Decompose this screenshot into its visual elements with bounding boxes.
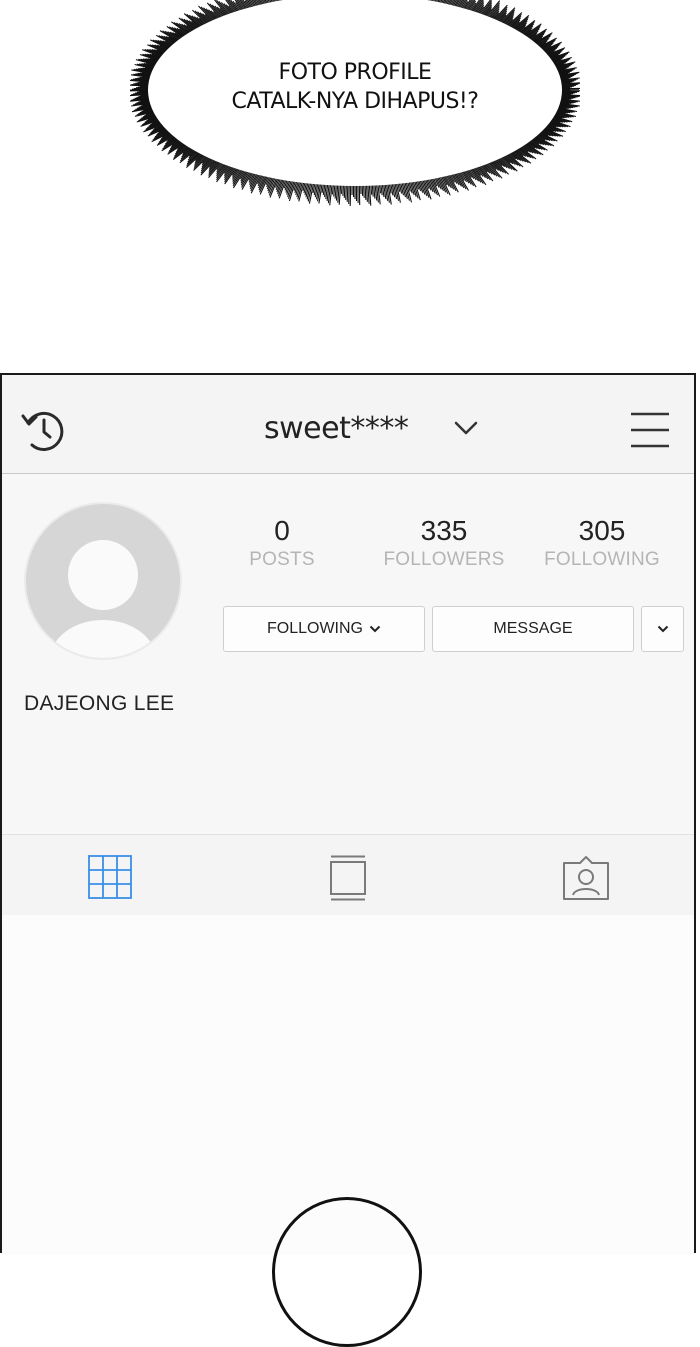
followers-label: FOLLOWERS (382, 548, 506, 572)
grid-icon[interactable] (88, 855, 132, 899)
stat-following[interactable]: 305 FOLLOWING (540, 514, 664, 572)
stat-posts[interactable]: 0 POSTS (242, 514, 322, 572)
following-button[interactable]: FOLLOWING (223, 606, 425, 652)
profile-tabs (2, 834, 694, 915)
message-button-label: MESSAGE (493, 620, 572, 638)
avatar (24, 502, 182, 660)
chevron-down-icon[interactable] (454, 420, 478, 436)
followers-count: 335 (382, 514, 506, 548)
bubble-line-1: FOTO PROFILE (130, 58, 580, 87)
posts-count: 0 (242, 514, 322, 548)
avatar-head (68, 540, 138, 610)
bubble-text: FOTO PROFILE CATALK-NYA DIHAPUS!? (130, 58, 580, 116)
menu-icon[interactable] (629, 411, 671, 449)
bubble-spike (349, 183, 350, 204)
bubble-spike (350, 183, 351, 206)
camera-icon-circle (272, 1197, 422, 1347)
following-label: FOLLOWING (540, 548, 664, 572)
speech-bubble: FOTO PROFILE CATALK-NYA DIHAPUS!? (130, 0, 580, 220)
username-title[interactable]: sweet**** (264, 411, 408, 446)
following-count: 305 (540, 514, 664, 548)
profile-section: 0 POSTS 335 FOLLOWERS 305 FOLLOWING FOLL… (2, 474, 694, 834)
top-bar: sweet**** (2, 375, 694, 474)
message-button[interactable]: MESSAGE (432, 606, 634, 652)
stat-followers[interactable]: 335 FOLLOWERS (382, 514, 506, 572)
posts-label: POSTS (242, 548, 322, 572)
profile-name: DAJEONG LEE (24, 692, 174, 716)
chevron-down-icon (369, 625, 381, 633)
history-icon[interactable] (20, 407, 68, 455)
phone-screen: sweet**** 0 POSTS 335 FOLLOWERS 305 FOLL… (0, 373, 696, 1253)
chevron-down-icon (657, 625, 669, 633)
list-icon[interactable] (329, 855, 367, 901)
avatar-body (50, 620, 156, 660)
more-options-button[interactable] (641, 606, 684, 652)
tagged-icon[interactable] (562, 855, 610, 901)
bubble-line-2: CATALK-NYA DIHAPUS!? (130, 87, 580, 116)
posts-content-area (2, 915, 694, 1255)
following-button-label: FOLLOWING (267, 620, 363, 638)
